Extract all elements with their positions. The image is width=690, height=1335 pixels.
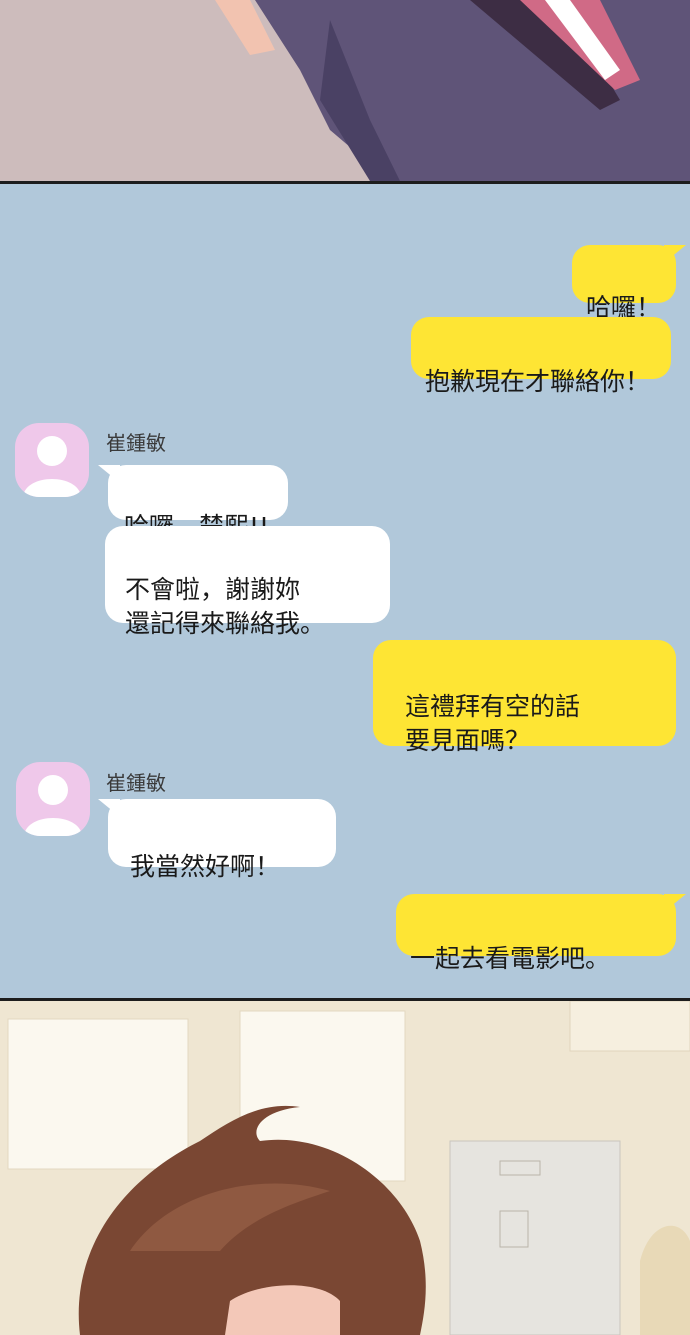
bottom-comic-panel [0,1001,690,1335]
their-message-bubble: 哈囉，楚熙!! [98,465,288,541]
my-message-bubble: 這禮拜有空的話 要見面嗎？ [373,640,676,755]
my-message-bubble: 抱歉現在才聯絡你！ [411,317,671,396]
character-illustration [0,1001,690,1335]
their-message-bubble: 我當然好啊！ [98,799,336,881]
top-comic-panel [0,0,690,181]
their-message-bubble: 不會啦，謝謝妳 還記得來聯絡我。 [105,526,390,638]
avatar [16,762,90,836]
jacket-illustration [0,0,690,181]
sender-name: 崔鍾敏 [106,431,166,455]
message-text: 我當然好啊！ [130,852,281,881]
message-text: 抱歉現在才聯絡你！ [425,367,651,396]
default-user-icon [24,775,82,836]
message-text: 一起去看電影吧。 [410,944,611,973]
message-text: 這禮拜有空的話 要見面嗎？ [405,692,581,755]
my-message-bubble: 一起去看電影吧。 [396,894,686,973]
my-message-bubble: 哈囉！ [572,245,686,322]
chat-panel: 哈囉！ 抱歉現在才聯絡你！ 崔鍾敏 哈囉，楚熙!! 不會啦，謝謝妳 還記得來聯絡… [0,181,690,1001]
sender-name: 崔鍾敏 [106,771,166,795]
default-user-icon [23,436,81,497]
avatar [15,423,89,497]
message-text: 不會啦，謝謝妳 還記得來聯絡我。 [125,575,326,638]
